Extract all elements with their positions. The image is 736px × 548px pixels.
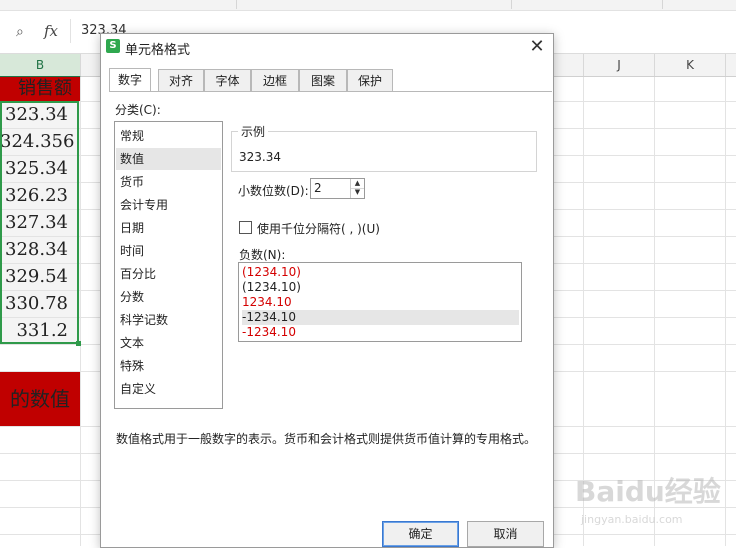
negative-numbers-list[interactable]: (1234.10) (1234.10) 1234.10 -1234.10 -12… [238, 262, 522, 342]
column-header-h[interactable] [553, 54, 584, 76]
format-description: 数值格式用于一般数字的表示。货币和会计格式则提供货币值计算的专用格式。 [116, 432, 537, 446]
cancel-button[interactable]: 取消 [467, 521, 544, 547]
thousands-separator-checkbox[interactable] [239, 221, 252, 234]
grid-line [80, 77, 81, 546]
list-item[interactable]: -1234.10 [242, 310, 519, 325]
ribbon-group [237, 0, 512, 9]
magnifier-icon[interactable]: ⌕ [16, 24, 24, 40]
close-icon[interactable]: ✕ [527, 37, 547, 57]
tab-protection[interactable]: 保护 [347, 69, 393, 91]
negative-numbers-label: 负数(N): [239, 248, 286, 262]
category-label: 分类(C): [115, 103, 161, 117]
dialog-title: 单元格格式 [125, 43, 191, 58]
list-item[interactable]: 1234.10 [242, 295, 519, 310]
tab-alignment[interactable]: 对齐 [158, 69, 204, 91]
decimal-places-value[interactable]: 2 [314, 181, 322, 195]
list-item[interactable]: (1234.10) [242, 280, 519, 295]
tab-pattern[interactable]: 图案 [299, 69, 347, 91]
list-item[interactable]: (1234.10) [242, 265, 519, 280]
cell-red-label[interactable]: 的数值 [0, 372, 80, 426]
tab-number[interactable]: 数字 [109, 68, 151, 92]
list-item[interactable]: 时间 [116, 240, 221, 262]
ribbon-group [512, 0, 663, 9]
ribbon-group [0, 0, 237, 9]
category-list[interactable]: 常规 数值 货币 会计专用 日期 时间 百分比 分数 科学记数 文本 特殊 自定… [114, 121, 223, 409]
tab-font[interactable]: 字体 [204, 69, 251, 91]
column-header-k[interactable]: K [655, 54, 726, 76]
dialog-titlebar[interactable]: S 单元格格式 ✕ [101, 34, 553, 60]
decimal-places-stepper[interactable]: 2 ▲ ▼ [310, 178, 365, 199]
fx-icon[interactable]: fx [44, 22, 58, 40]
list-item[interactable]: 分数 [116, 286, 221, 308]
cell-header-sales[interactable]: 销售额 [0, 77, 80, 101]
fill-handle[interactable] [76, 341, 81, 346]
column-header-j[interactable]: J [584, 54, 655, 76]
ribbon-strip [0, 0, 736, 11]
list-item[interactable]: 百分比 [116, 263, 221, 285]
list-item[interactable]: 科学记数 [116, 309, 221, 331]
sample-label: 示例 [238, 123, 269, 140]
list-item[interactable]: 常规 [116, 125, 221, 147]
format-cells-dialog: S 单元格格式 ✕ 数字 对齐 字体 边框 图案 保护 分类(C): 常规 数值… [100, 33, 554, 548]
list-item[interactable]: 会计专用 [116, 194, 221, 216]
list-item[interactable]: 日期 [116, 217, 221, 239]
list-item[interactable]: 文本 [116, 332, 221, 354]
grid-line [725, 77, 726, 546]
list-item[interactable]: -1234.10 [242, 325, 519, 340]
list-item[interactable]: 特殊 [116, 355, 221, 377]
chevron-down-icon[interactable]: ▼ [351, 188, 364, 197]
cell-selection-border [0, 101, 79, 344]
thousands-separator-label[interactable]: 使用千位分隔符( , )(U) [257, 220, 380, 237]
list-item[interactable]: 货币 [116, 171, 221, 193]
list-item[interactable]: 数值 [116, 148, 221, 170]
watermark-logo: Baidu经验 [575, 475, 721, 508]
column-header-b[interactable]: B [0, 54, 81, 78]
tab-border[interactable]: 边框 [251, 69, 299, 91]
watermark: Baidu经验 jingyan.baidu.com [575, 470, 725, 540]
decimal-places-label: 小数位数(D): [238, 184, 309, 198]
ok-button[interactable]: 确定 [382, 521, 459, 547]
app-logo-icon: S [106, 39, 120, 53]
list-item[interactable]: 自定义 [116, 378, 221, 400]
stepper-buttons: ▲ ▼ [350, 179, 364, 198]
watermark-url: jingyan.baidu.com [581, 513, 683, 526]
sample-value: 323.34 [239, 150, 281, 164]
